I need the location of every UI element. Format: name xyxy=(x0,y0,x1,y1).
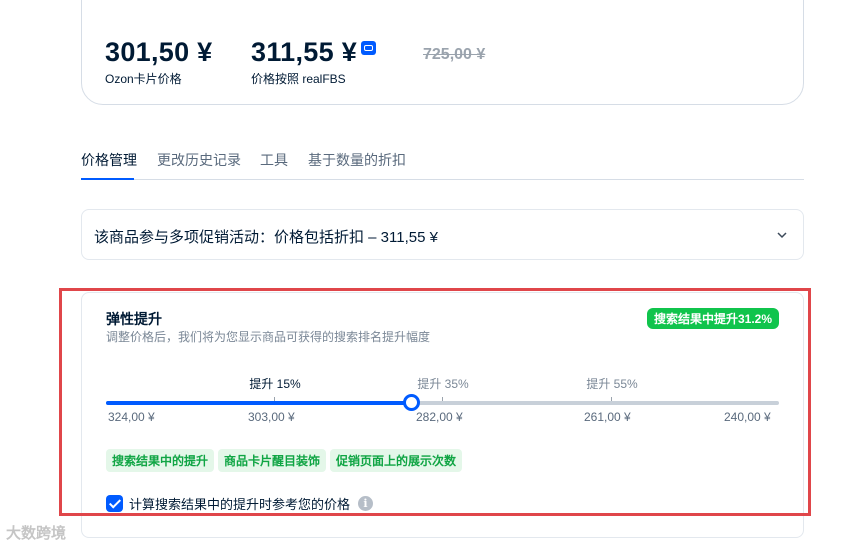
promo-accordion[interactable]: 该商品参与多项促销活动：价格包括折扣 – 311,55 ¥ xyxy=(81,209,804,260)
elastic-boost-subtitle: 调整价格后，我们将为您显示商品可获得的搜索排名提升幅度 xyxy=(106,330,431,344)
ozon-price-label: Ozon卡片价格 xyxy=(105,72,182,86)
fbs-price: 311,55 ¥ xyxy=(251,37,358,67)
tab-price-management[interactable]: 价格管理 xyxy=(81,150,137,170)
price-slider-track[interactable] xyxy=(106,394,779,411)
slider-tick xyxy=(274,397,275,401)
chevron-down-icon[interactable] xyxy=(777,230,787,240)
tick-label-282: 282,00 ¥ xyxy=(416,410,463,424)
tab-tools[interactable]: 工具 xyxy=(260,150,288,170)
tab-bar: 价格管理 更改历史记录 工具 基于数量的折扣 xyxy=(81,150,804,180)
slider-tick xyxy=(442,397,443,401)
tab-change-history[interactable]: 更改历史记录 xyxy=(157,150,241,170)
promo-text: 该商品参与多项促销活动：价格包括折扣 – 311,55 ¥ xyxy=(94,229,438,246)
elastic-boost-card: 弹性提升 调整价格后，我们将为您显示商品可获得的搜索排名提升幅度 搜索结果中提升… xyxy=(81,292,804,538)
realfbs-badge-icon[interactable] xyxy=(361,41,377,55)
consider-price-checkbox[interactable] xyxy=(106,495,123,512)
elastic-boost-title: 弹性提升 xyxy=(106,311,162,327)
active-tab-indicator xyxy=(81,178,134,180)
consider-price-label: 计算搜索结果中的提升时参考您的价格 xyxy=(129,497,351,512)
tab-quantity-discounts[interactable]: 基于数量的折扣 xyxy=(308,150,406,170)
fbs-price-block: 311,55 ¥ 价格按照 realFBS xyxy=(251,37,377,87)
step-label-15: 提升 15% xyxy=(249,377,301,391)
watermark: 大数跨境 xyxy=(6,525,67,542)
fbs-price-label: 价格按照 realFBS xyxy=(251,72,346,86)
price-slider-fill xyxy=(106,401,411,405)
chip-search-boost: 搜索结果中的提升 xyxy=(106,449,215,472)
step-label-35: 提升 35% xyxy=(417,377,469,391)
price-slider-thumb[interactable] xyxy=(402,394,420,411)
chip-card-decoration: 商品卡片醒目装饰 xyxy=(218,449,327,472)
tick-label-324: 324,00 ¥ xyxy=(108,410,155,424)
chip-promo-impressions: 促销页面上的展示次数 xyxy=(330,449,463,472)
ozon-price: 301,50 ¥ xyxy=(105,37,213,67)
fbs-price-row: 311,55 ¥ xyxy=(251,37,377,68)
price-card: 301,50 ¥ Ozon卡片价格 311,55 ¥ 价格按照 realFBS … xyxy=(81,0,804,105)
step-label-55: 提升 55% xyxy=(586,377,638,391)
tick-label-261: 261,00 ¥ xyxy=(584,410,631,424)
consider-price-option: 计算搜索结果中的提升时参考您的价格 i xyxy=(106,494,374,513)
tick-label-303: 303,00 ¥ xyxy=(248,410,295,424)
info-icon[interactable]: i xyxy=(358,496,374,511)
ozon-price-block: 301,50 ¥ Ozon卡片价格 xyxy=(105,37,213,87)
benefit-chips: 搜索结果中的提升 商品卡片醒目装饰 促销页面上的展示次数 xyxy=(106,449,466,472)
old-price: 725,00 ¥ xyxy=(423,46,486,63)
search-boost-badge: 搜索结果中提升31.2% xyxy=(646,308,779,329)
slider-tick xyxy=(611,397,612,401)
tick-label-240: 240,00 ¥ xyxy=(724,410,771,424)
